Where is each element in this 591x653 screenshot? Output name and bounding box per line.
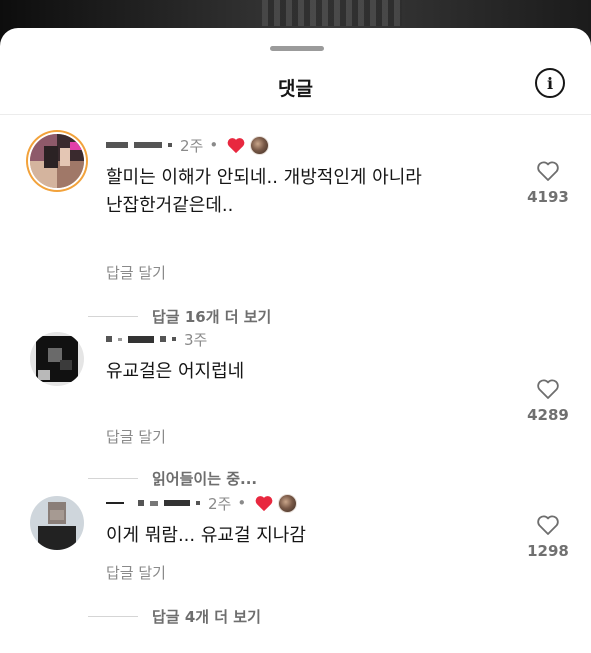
comment-text: 할미는 이해가 안되네.. 개방적인게 아니라 난잡한거같은데.. (106, 164, 496, 220)
username-redacted[interactable] (106, 142, 172, 148)
heart-outline-icon[interactable] (536, 378, 560, 400)
comment-time: 3주 (184, 330, 208, 349)
comment-text-line: 난잡한거같은데.. (106, 195, 234, 216)
comment-text-line: 유교걸은 어지럽네 (106, 361, 245, 382)
avatar[interactable] (30, 332, 84, 386)
drag-handle[interactable] (270, 46, 324, 51)
avatar-image (30, 496, 84, 550)
sheet-title: 댓글 (278, 78, 313, 100)
reply-button[interactable]: 답글 달기 (106, 262, 166, 283)
comment-text-line: 할미는 이해가 안되네.. 개방적인게 아니라 (106, 167, 422, 188)
like-button[interactable]: 4289 (520, 378, 576, 424)
comment-meta: 2주 • (106, 134, 270, 156)
like-count: 1298 (527, 542, 569, 560)
view-more-replies[interactable]: 답글 4개 더 보기 (88, 606, 261, 627)
view-more-replies-label: 답글 16개 더 보기 (152, 308, 272, 326)
info-icon[interactable]: i (535, 68, 565, 98)
avatar[interactable] (30, 134, 84, 188)
username-redacted[interactable] (106, 500, 200, 506)
view-more-replies-label: 답글 4개 더 보기 (152, 608, 261, 626)
like-count: 4289 (527, 406, 569, 424)
creator-liked-heart-icon (255, 496, 273, 512)
comment-text-line: 이게 뭐람... 유교걸 지나감 (106, 525, 306, 546)
avatar-image (30, 332, 84, 386)
reply-thread-line (88, 616, 138, 617)
like-button[interactable]: 1298 (520, 514, 576, 560)
reply-thread-line (88, 316, 138, 317)
like-count: 4193 (527, 188, 569, 206)
reply-button[interactable]: 답글 달기 (106, 562, 166, 583)
comments-sheet: 댓글 i 2주 • 할미는 이해가 안되네.. 개방적인게 아니라 난잡한거같은… (0, 28, 591, 653)
like-button[interactable]: 4193 (520, 160, 576, 206)
reply-button[interactable]: 답글 달기 (106, 426, 166, 447)
loading-replies: 읽어들이는 중... (88, 468, 257, 489)
heart-outline-icon[interactable] (536, 160, 560, 182)
comment-time: 2주 (208, 494, 232, 513)
creator-liked-heart-icon (227, 138, 245, 154)
avatar[interactable] (30, 496, 84, 550)
heart-outline-icon[interactable] (536, 514, 560, 536)
loading-replies-label: 읽어들이는 중... (152, 470, 258, 488)
separator: • (209, 136, 219, 154)
comment-text: 유교걸은 어지럽네 (106, 358, 496, 386)
username-redacted[interactable] (106, 335, 176, 343)
view-more-replies[interactable]: 답글 16개 더 보기 (88, 306, 271, 327)
avatar-image (30, 134, 84, 188)
comment-meta: 3주 (106, 328, 207, 350)
creator-avatar (278, 493, 298, 513)
creator-avatar (250, 135, 270, 155)
reply-thread-line (88, 478, 138, 479)
comment-time: 2주 (180, 136, 204, 155)
separator: • (237, 494, 247, 512)
video-frame-detail (262, 0, 402, 26)
comment-meta: 2주 • (106, 492, 298, 514)
header-divider (0, 114, 591, 115)
comment-text: 이게 뭐람... 유교걸 지나감 (106, 522, 496, 550)
